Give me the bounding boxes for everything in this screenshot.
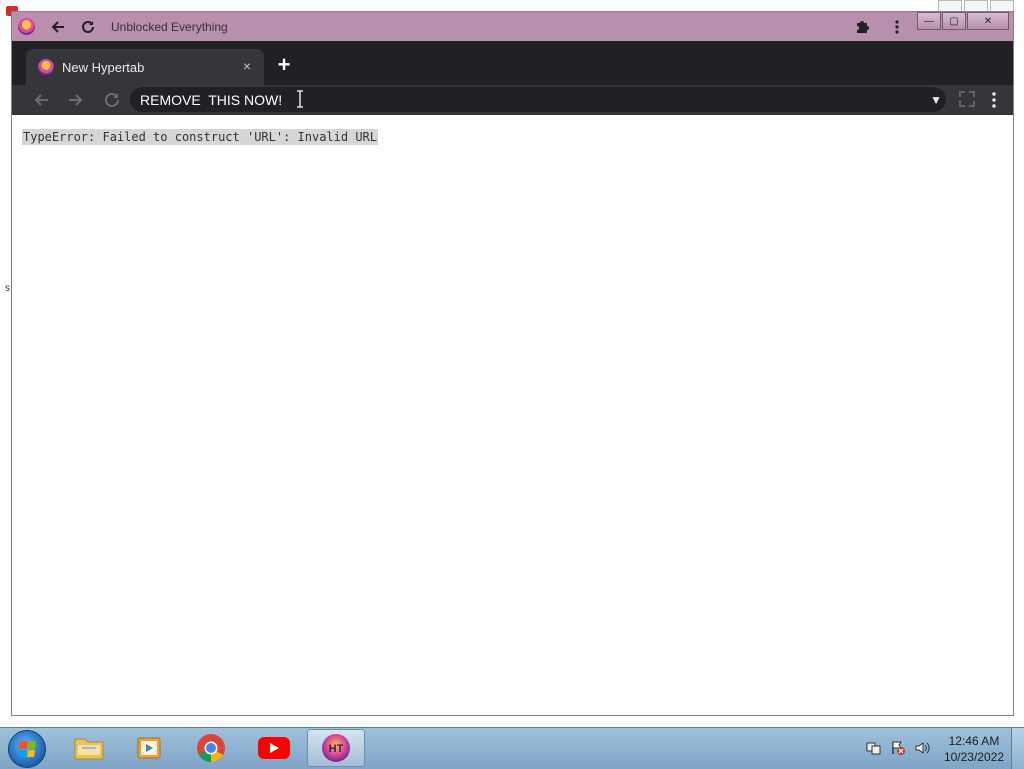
new-tab-button[interactable]: + — [272, 52, 296, 77]
maximize-button[interactable]: ▢ — [942, 12, 966, 30]
hypertab-logo-icon — [18, 18, 35, 35]
folder-icon — [74, 738, 104, 760]
tab-close-button[interactable]: × — [238, 57, 256, 75]
window-controls: — ▢ ✕ — [917, 12, 1009, 30]
browser-toolbar: ▼ — [12, 85, 1013, 115]
error-message: TypeError: Failed to construct 'URL': In… — [22, 129, 379, 145]
chrome-icon — [197, 734, 225, 762]
hypertab-logo-icon — [38, 59, 54, 75]
background-side-letter: s — [5, 283, 10, 294]
media-player-icon — [137, 737, 161, 759]
tab-new-hypertab[interactable]: New Hypertab × — [26, 49, 264, 85]
clock-time: 12:46 AM — [948, 734, 1000, 748]
page-content: TypeError: Failed to construct 'URL': In… — [12, 115, 1013, 715]
minimize-button[interactable]: — — [917, 12, 941, 30]
taskbar-hypertab[interactable]: HT — [307, 729, 365, 767]
address-bar[interactable]: ▼ — [130, 87, 946, 112]
volume-icon[interactable] — [914, 740, 930, 756]
start-button[interactable] — [8, 730, 46, 768]
svg-text:HT: HT — [329, 743, 344, 755]
taskbar-media-player[interactable] — [120, 729, 178, 767]
kebab-menu-icon[interactable] — [986, 89, 1002, 111]
hypertab-logo-icon: HT — [322, 734, 350, 762]
address-input[interactable] — [140, 90, 920, 109]
taskbar-file-explorer[interactable] — [60, 729, 118, 767]
taskbar-youtube[interactable] — [245, 729, 303, 767]
back-arrow-icon[interactable] — [29, 88, 53, 112]
chevron-down-icon[interactable]: ▼ — [930, 93, 942, 107]
reload-icon[interactable] — [75, 14, 101, 40]
network-icon[interactable] — [866, 740, 882, 756]
taskbar: HT 12:46 AM 10/23/2022 — [0, 727, 1024, 769]
system-clock[interactable]: 12:46 AM 10/23/2022 — [944, 733, 1004, 765]
forward-arrow-icon[interactable] — [64, 88, 88, 112]
youtube-icon — [258, 737, 290, 759]
tab-title: New Hypertab — [62, 59, 145, 75]
action-center-icon[interactable] — [890, 740, 906, 756]
text-cursor-icon — [297, 90, 303, 108]
taskbar-chrome[interactable] — [182, 729, 240, 767]
tab-strip: New Hypertab × + — [12, 41, 1013, 85]
browser-window: Unblocked Everything — ▢ ✕ New Hypertab … — [11, 11, 1014, 716]
reload-icon[interactable] — [100, 88, 124, 112]
arrow-left-icon[interactable] — [45, 14, 71, 40]
puzzle-icon[interactable] — [851, 16, 873, 38]
window-title: Unblocked Everything — [111, 19, 228, 34]
system-tray — [866, 740, 930, 756]
clock-date: 10/23/2022 — [943, 750, 1004, 764]
show-desktop-button[interactable] — [1011, 728, 1024, 769]
close-button[interactable]: ✕ — [967, 12, 1009, 30]
fullscreen-icon[interactable] — [957, 89, 977, 109]
title-bar: Unblocked Everything — ▢ ✕ — [12, 12, 1013, 41]
kebab-menu-icon[interactable] — [887, 19, 907, 34]
title-bar-controls: — ▢ ✕ — [851, 12, 1013, 41]
windows-logo-icon — [18, 741, 36, 757]
